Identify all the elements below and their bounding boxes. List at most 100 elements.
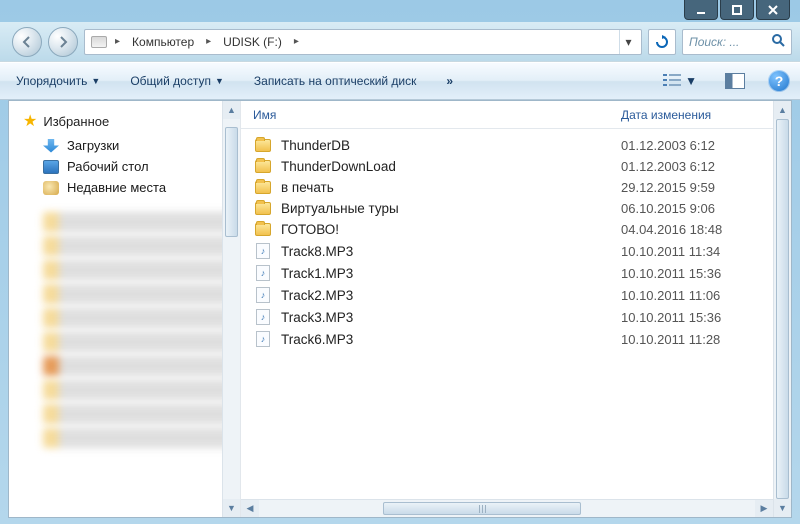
- window-titlebar: [0, 0, 800, 22]
- file-name: ThunderDownLoad: [281, 159, 621, 174]
- search-icon: [771, 33, 785, 50]
- preview-pane-button[interactable]: [720, 70, 750, 92]
- close-icon: [767, 4, 779, 16]
- star-icon: ★: [23, 111, 37, 131]
- file-row[interactable]: Track1.MP310.10.2011 15:36: [241, 262, 791, 284]
- sidebar-item-blurred[interactable]: [43, 356, 232, 376]
- scroll-down-button[interactable]: ▼: [774, 499, 791, 517]
- file-date: 04.04.2016 18:48: [621, 222, 791, 237]
- sidebar-item-blurred[interactable]: [43, 332, 232, 352]
- sidebar-item-blurred[interactable]: [43, 404, 232, 424]
- toolbar-overflow-button[interactable]: »: [440, 74, 459, 88]
- column-header-name[interactable]: Имя: [253, 108, 621, 122]
- folder-icon: [255, 202, 271, 215]
- downloads-icon: [43, 139, 59, 153]
- organize-button[interactable]: Упорядочить ▼: [10, 70, 106, 92]
- sidebar-item-blurred[interactable]: [43, 212, 232, 232]
- sidebar-item-blurred[interactable]: [43, 236, 232, 256]
- audio-file-icon: [256, 331, 270, 347]
- scroll-track[interactable]: [259, 500, 755, 517]
- share-button[interactable]: Общий доступ ▼: [124, 70, 230, 92]
- sidebar-item-recent[interactable]: Недавние места: [23, 177, 240, 198]
- folder-icon: [255, 223, 271, 236]
- minimize-icon: [695, 4, 707, 16]
- search-placeholder: Поиск: ...: [689, 35, 739, 49]
- desktop-icon: [43, 160, 59, 174]
- folder-icon: [255, 160, 271, 173]
- file-row[interactable]: ГОТОВО!04.04.2016 18:48: [241, 219, 791, 240]
- breadcrumb-sep-icon: ▸: [113, 36, 122, 47]
- file-row[interactable]: Track2.MP310.10.2011 11:06: [241, 284, 791, 306]
- close-button[interactable]: [756, 0, 790, 20]
- organize-label: Упорядочить: [16, 74, 87, 88]
- file-name: Track8.MP3: [281, 244, 621, 259]
- content-v-scrollbar[interactable]: ▲ ▼: [773, 101, 791, 517]
- scroll-thumb[interactable]: [383, 502, 581, 515]
- forward-button[interactable]: [48, 27, 78, 57]
- file-name: Виртуальные туры: [281, 201, 621, 216]
- audio-file-icon: [256, 309, 270, 325]
- scroll-track[interactable]: [774, 119, 791, 499]
- file-row[interactable]: Виртуальные туры06.10.2015 9:06: [241, 198, 791, 219]
- file-row[interactable]: в печать29.12.2015 9:59: [241, 177, 791, 198]
- sidebar-item-blurred[interactable]: [43, 260, 232, 280]
- sidebar-item-blurred[interactable]: [43, 308, 232, 328]
- favorites-header[interactable]: ★ Избранное: [23, 111, 240, 131]
- file-row[interactable]: Track3.MP310.10.2011 15:36: [241, 306, 791, 328]
- back-button[interactable]: [12, 27, 42, 57]
- scroll-track[interactable]: [223, 119, 240, 499]
- address-bar[interactable]: ▸ Компьютер ▸ UDISK (F:) ▸ ▾: [84, 29, 642, 55]
- maximize-button[interactable]: [720, 0, 754, 20]
- help-button[interactable]: ?: [768, 70, 790, 92]
- chevron-down-icon: ▾: [625, 35, 631, 49]
- breadcrumb-drive[interactable]: UDISK (F:): [215, 33, 290, 51]
- sidebar-item-downloads[interactable]: Загрузки: [23, 135, 240, 156]
- scroll-right-button[interactable]: ▶: [755, 500, 773, 517]
- file-row[interactable]: Track6.MP310.10.2011 11:28: [241, 328, 791, 350]
- file-name: Track6.MP3: [281, 332, 621, 347]
- arrow-right-icon: [56, 35, 70, 49]
- file-row[interactable]: ThunderDownLoad01.12.2003 6:12: [241, 156, 791, 177]
- search-box[interactable]: Поиск: ...: [682, 29, 792, 55]
- folder-icon: [255, 181, 271, 194]
- breadcrumb-computer[interactable]: Компьютер: [124, 33, 202, 51]
- file-date: 10.10.2011 11:28: [621, 332, 791, 347]
- scroll-left-button[interactable]: ◀: [241, 500, 259, 517]
- file-row[interactable]: Track8.MP310.10.2011 11:34: [241, 240, 791, 262]
- view-mode-button[interactable]: ▼: [658, 70, 702, 92]
- file-list-pane: Имя Дата изменения ThunderDB01.12.2003 6…: [241, 101, 791, 517]
- sidebar-item-blurred[interactable]: [43, 380, 232, 400]
- sidebar-item-desktop[interactable]: Рабочий стол: [23, 156, 240, 177]
- navigation-pane: ★ Избранное Загрузки Рабочий стол Недавн…: [9, 101, 241, 517]
- help-icon: ?: [775, 73, 784, 89]
- scroll-up-button[interactable]: ▲: [223, 101, 240, 119]
- file-date: 10.10.2011 15:36: [621, 310, 791, 325]
- file-name: ThunderDB: [281, 138, 621, 153]
- refresh-button[interactable]: [648, 29, 676, 55]
- file-name: в печать: [281, 180, 621, 195]
- sidebar-scrollbar[interactable]: ▲ ▼: [222, 101, 240, 517]
- file-name: ГОТОВО!: [281, 222, 621, 237]
- file-date: 10.10.2011 15:36: [621, 266, 791, 281]
- burn-button[interactable]: Записать на оптический диск: [248, 70, 423, 92]
- sidebar-item-blurred[interactable]: [43, 428, 232, 448]
- scroll-down-button[interactable]: ▼: [223, 499, 240, 517]
- window-controls: [684, 0, 790, 20]
- file-date: 10.10.2011 11:34: [621, 244, 791, 259]
- breadcrumb-sep-icon: ▸: [204, 36, 213, 47]
- column-header-date[interactable]: Дата изменения: [621, 108, 791, 122]
- scroll-up-button[interactable]: ▲: [774, 101, 791, 119]
- list-view-icon: [663, 73, 681, 89]
- scroll-thumb[interactable]: [776, 119, 789, 499]
- sidebar-item-blurred[interactable]: [43, 284, 232, 304]
- arrow-left-icon: [20, 35, 34, 49]
- content-h-scrollbar[interactable]: ◀ ▶: [241, 499, 773, 517]
- file-row[interactable]: ThunderDB01.12.2003 6:12: [241, 135, 791, 156]
- minimize-button[interactable]: [684, 0, 718, 20]
- sidebar-item-label: Рабочий стол: [67, 159, 149, 174]
- audio-file-icon: [256, 265, 270, 281]
- favorites-label: Избранное: [43, 114, 109, 129]
- scroll-thumb[interactable]: [225, 127, 238, 237]
- file-rows: ThunderDB01.12.2003 6:12ThunderDownLoad0…: [241, 129, 791, 350]
- address-history-button[interactable]: ▾: [619, 30, 637, 54]
